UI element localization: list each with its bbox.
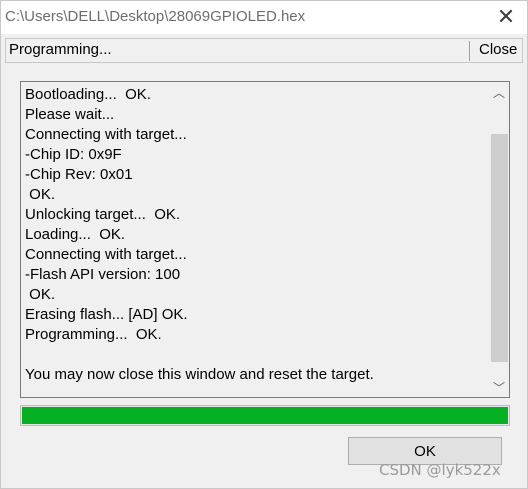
log-line: Please wait... — [25, 106, 115, 123]
log-scrollbar[interactable]: ︿ ﹀ — [489, 82, 509, 397]
window-title: C:\Users\DELL\Desktop\28069GPIOLED.hex — [5, 8, 306, 25]
log-line: -Flash API version: 100 — [25, 266, 181, 283]
title-bar: C:\Users\DELL\Desktop\28069GPIOLED.hex ✕ — [1, 1, 527, 34]
status-text: Programming... — [9, 41, 112, 58]
status-close-button[interactable]: Close — [479, 41, 517, 58]
log-line: Bootloading... OK. — [25, 86, 151, 103]
log-line: OK. — [25, 286, 56, 303]
watermark-text: CSDN @lyk522x — [379, 461, 501, 479]
log-line: -Chip ID: 0x9F — [25, 146, 122, 163]
window-close-icon[interactable]: ✕ — [494, 5, 518, 30]
log-line: -Chip Rev: 0x01 — [25, 166, 133, 183]
progress-bar — [20, 405, 510, 426]
log-line: Programming... OK. — [25, 326, 162, 343]
scroll-thumb[interactable] — [491, 134, 508, 362]
log-line: Connecting with target... — [25, 246, 187, 263]
log-line: Erasing flash... [AD] OK. — [25, 306, 188, 323]
progress-fill — [22, 407, 508, 424]
programming-dialog: C:\Users\DELL\Desktop\28069GPIOLED.hex ✕… — [0, 0, 528, 489]
log-line: Loading... OK. — [25, 226, 126, 243]
log-line — [25, 345, 374, 365]
log-line: You may now close this window and reset … — [25, 366, 374, 383]
log-line: Unlocking target... OK. — [25, 206, 181, 223]
log-line: Connecting with target... — [25, 126, 187, 143]
log-lines: Bootloading... OK. Please wait... Connec… — [25, 85, 374, 385]
status-separator — [469, 41, 470, 61]
scroll-up-icon[interactable]: ︿ — [489, 82, 509, 102]
log-line: OK. — [25, 186, 56, 203]
status-bar: Programming... Close — [5, 38, 523, 63]
log-textbox[interactable]: Bootloading... OK. Please wait... Connec… — [20, 81, 510, 398]
scroll-down-icon[interactable]: ﹀ — [489, 377, 509, 397]
